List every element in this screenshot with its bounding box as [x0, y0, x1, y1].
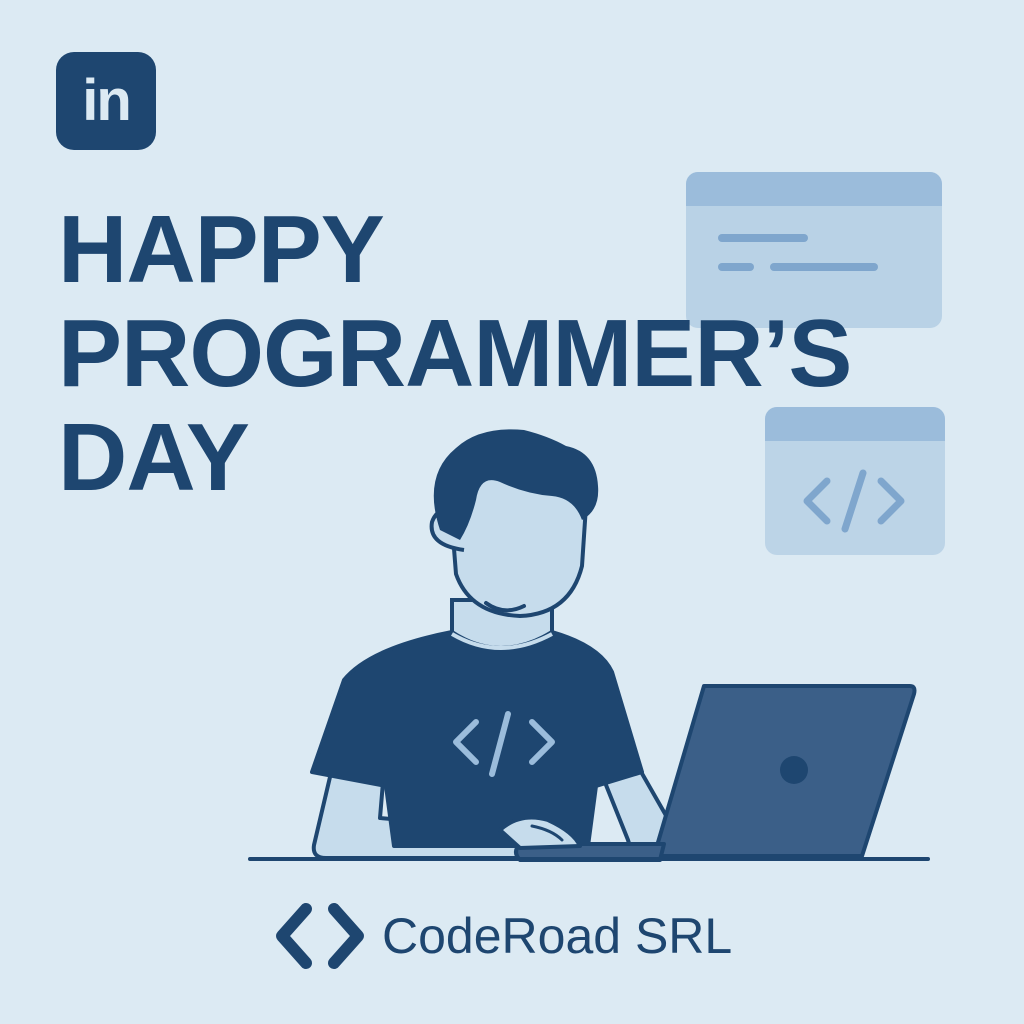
headline-line-1: HAPPY: [58, 196, 385, 303]
headline-line-2: PROGRAMMER’S: [58, 300, 852, 407]
headline-line-3: DAY: [58, 404, 250, 511]
programmer-illustration: [248, 429, 930, 862]
programmers-day-card: in HAPPY PROGRAMMER’S DAY CodeRoad SRL: [0, 0, 1024, 1024]
laptop-logo: [780, 756, 808, 784]
headline: HAPPY PROGRAMMER’S DAY: [58, 196, 852, 511]
